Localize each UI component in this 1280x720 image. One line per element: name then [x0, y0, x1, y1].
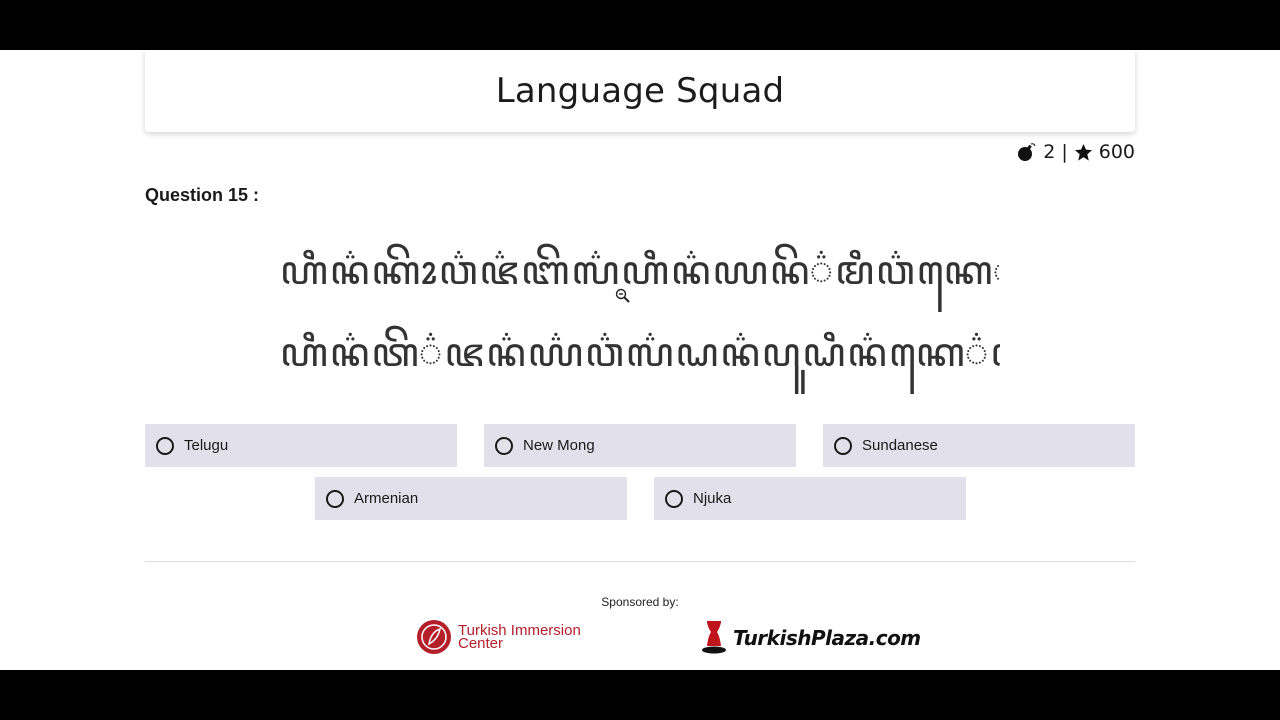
section-divider: [145, 561, 1135, 562]
tea-glass-icon: [702, 621, 726, 654]
answer-option-armenian[interactable]: Armenian: [315, 477, 627, 520]
zoom-out-cursor-icon: [615, 288, 630, 303]
header-card: Language Squad: [145, 50, 1135, 132]
radio-button[interactable]: [326, 489, 344, 508]
answer-option-njuka[interactable]: Njuka: [654, 477, 966, 520]
option-label: Armenian: [354, 490, 419, 507]
script-line-1: ꦲꦶꦤ꦳ꦏꦼꦴꦮ꦳ꦗ꦳ꦧꦼꦭ꦳ꦲꦶꦤ꦳ꦪꦤꦼ꦳ꦩꦶꦮ꦳ꦏꦺ꦳ꦝꦺꦴ꦳ꦪꦺ꦳ꦗꦤꦸ…: [280, 248, 1000, 294]
answer-option-new-mong[interactable]: New Mong: [484, 424, 796, 467]
option-label: Njuka: [693, 490, 732, 507]
bomb-icon: [1018, 143, 1036, 161]
radio-button[interactable]: [665, 489, 683, 508]
radio-button[interactable]: [156, 436, 174, 455]
question-script: ꦲꦶꦤ꦳ꦏꦼꦴꦮ꦳ꦗ꦳ꦧꦼꦭ꦳ꦲꦶꦤ꦳ꦪꦤꦼ꦳ꦩꦶꦮ꦳ꦏꦺ꦳ꦝꦺꦴ꦳ꦪꦺ꦳ꦗꦤꦸ…: [280, 230, 1000, 394]
sponsored-label: Sponsored by:: [601, 595, 679, 609]
radio-button[interactable]: [495, 436, 513, 455]
sponsor1-name: Turkish Immersion Center: [458, 623, 581, 651]
sponsor2-name: TurkishPlaza.com: [733, 626, 921, 650]
answer-option-telugu[interactable]: Telugu: [145, 424, 457, 467]
bomb-count: 2: [1043, 141, 1056, 163]
answer-option-sundanese[interactable]: Sundanese: [823, 424, 1135, 467]
page-viewport: Language Squad 2 | 600 Question 15 : ꦲꦶꦤ…: [0, 50, 1280, 670]
turkish-immersion-logo-icon: [417, 620, 451, 654]
script-line-2: ꦲꦶꦤ꦳ꦠꦼ꦳ꦗꦤ꦳ꦪ꦳ꦮ꦳ꦭ꦳ꦝꦤ꦳ꦥꦸꦝꦶꦤ꦳ꦏꦺ꦳ꦥ꦳ꦪꦤꦼ꦳: [280, 330, 1000, 376]
star-score: 600: [1098, 141, 1135, 163]
star-icon: [1074, 143, 1092, 161]
option-label: New Mong: [523, 437, 595, 454]
score-separator: |: [1061, 141, 1068, 163]
sponsor-turkish-immersion-center[interactable]: Turkish Immersion Center: [416, 619, 581, 655]
question-label: Question 15 :: [145, 185, 260, 205]
app-title: Language Squad: [495, 71, 785, 111]
sponsor-turkishplaza[interactable]: TurkishPlaza.com: [699, 620, 921, 656]
option-label: Sundanese: [862, 437, 938, 454]
score-bar: 2 | 600: [1017, 141, 1135, 163]
radio-button[interactable]: [834, 436, 852, 455]
option-label: Telugu: [184, 437, 229, 454]
